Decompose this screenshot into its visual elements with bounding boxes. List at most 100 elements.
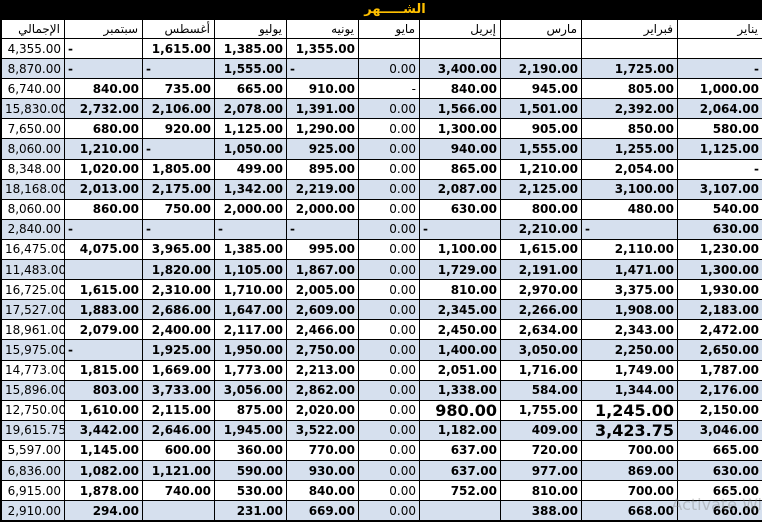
- table-cell[interactable]: 1,355.00: [286, 37, 359, 60]
- table-cell[interactable]: 869.00: [581, 459, 678, 482]
- table-cell[interactable]: 1,647.00: [214, 299, 287, 321]
- table-cell[interactable]: 1,710.00: [214, 279, 287, 301]
- table-cell[interactable]: 16,475.00: [1, 238, 65, 261]
- table-cell[interactable]: -: [286, 58, 359, 80]
- table-cell[interactable]: 4,075.00: [64, 238, 143, 261]
- table-cell[interactable]: 0.00: [358, 379, 420, 401]
- table-cell[interactable]: 2,686.00: [142, 299, 215, 321]
- table-cell[interactable]: 1,555.00: [214, 58, 287, 80]
- table-cell[interactable]: [581, 37, 678, 60]
- table-cell[interactable]: 231.00: [214, 500, 287, 522]
- table-cell[interactable]: 1,729.00: [419, 259, 501, 281]
- table-cell[interactable]: 2,310.00: [142, 279, 215, 301]
- table-cell[interactable]: 0.00: [358, 459, 420, 482]
- table-cell[interactable]: 1,100.00: [419, 238, 501, 261]
- table-cell[interactable]: -: [214, 218, 287, 240]
- table-cell[interactable]: 1,230.00: [677, 238, 762, 261]
- table-cell[interactable]: 19,615.75: [1, 419, 65, 441]
- table-cell[interactable]: 905.00: [500, 118, 582, 140]
- table-cell[interactable]: -: [142, 58, 215, 80]
- table-cell[interactable]: [500, 37, 582, 60]
- table-cell[interactable]: 1,082.00: [64, 459, 143, 482]
- table-cell[interactable]: 5,597.00: [1, 439, 65, 461]
- table-cell[interactable]: 7,650.00: [1, 118, 65, 140]
- table-cell[interactable]: 920.00: [142, 118, 215, 140]
- table-cell[interactable]: 2,051.00: [419, 359, 501, 381]
- table-cell[interactable]: 294.00: [64, 500, 143, 522]
- table-cell[interactable]: 1,945.00: [214, 419, 287, 441]
- table-cell[interactable]: 8,060.00: [1, 198, 65, 220]
- table-cell[interactable]: 1,210.00: [64, 138, 143, 160]
- table-cell[interactable]: -: [286, 218, 359, 240]
- table-cell[interactable]: 1,050.00: [214, 138, 287, 160]
- table-cell[interactable]: 2,609.00: [286, 299, 359, 321]
- table-cell[interactable]: 3,056.00: [214, 379, 287, 401]
- table-cell[interactable]: 1,125.00: [677, 138, 762, 160]
- table-cell[interactable]: 2,345.00: [419, 299, 501, 321]
- table-cell[interactable]: 1,805.00: [142, 158, 215, 180]
- table-cell[interactable]: 2,013.00: [64, 178, 143, 200]
- table-cell[interactable]: 6,915.00: [1, 480, 65, 502]
- table-cell[interactable]: 1,000.00: [677, 78, 762, 100]
- table-cell[interactable]: 16,725.00: [1, 279, 65, 301]
- table-cell[interactable]: -: [358, 78, 420, 100]
- table-cell[interactable]: 0.00: [358, 198, 420, 220]
- table-cell[interactable]: 0.00: [358, 118, 420, 140]
- table-cell[interactable]: 3,442.00: [64, 419, 143, 441]
- table-cell[interactable]: 2,840.00: [1, 218, 65, 240]
- table-cell[interactable]: 630.00: [677, 218, 762, 240]
- table-cell[interactable]: 3,733.00: [142, 379, 215, 401]
- column-header[interactable]: مارس: [500, 19, 582, 39]
- table-cell[interactable]: 875.00: [214, 399, 287, 421]
- table-cell[interactable]: 2,000.00: [214, 198, 287, 220]
- table-cell[interactable]: 15,975.00: [1, 339, 65, 361]
- table-cell[interactable]: 0.00: [358, 359, 420, 381]
- table-cell[interactable]: 1,105.00: [214, 259, 287, 281]
- table-cell[interactable]: 850.00: [581, 118, 678, 140]
- table-cell[interactable]: 1,787.00: [677, 359, 762, 381]
- column-header[interactable]: الإجمالي: [1, 19, 65, 39]
- table-cell[interactable]: -: [64, 218, 143, 240]
- table-cell[interactable]: 1,615.00: [142, 37, 215, 60]
- table-cell[interactable]: 680.00: [64, 118, 143, 140]
- table-cell[interactable]: 11,483.00: [1, 259, 65, 281]
- table-cell[interactable]: 3,965.00: [142, 238, 215, 261]
- table-cell[interactable]: -: [64, 37, 143, 60]
- table-cell[interactable]: 895.00: [286, 158, 359, 180]
- table-cell[interactable]: 637.00: [419, 459, 501, 482]
- table-cell[interactable]: 0.00: [358, 178, 420, 200]
- table-cell[interactable]: 6,740.00: [1, 78, 65, 100]
- table-cell[interactable]: 977.00: [500, 459, 582, 482]
- table-cell[interactable]: 930.00: [286, 459, 359, 482]
- table-cell[interactable]: 0.00: [358, 58, 420, 80]
- table-cell[interactable]: 2,000.00: [286, 198, 359, 220]
- table-cell[interactable]: 1,815.00: [64, 359, 143, 381]
- table-cell[interactable]: 1,925.00: [142, 339, 215, 361]
- table-cell[interactable]: 665.00: [214, 78, 287, 100]
- table-cell[interactable]: 840.00: [64, 78, 143, 100]
- table-cell[interactable]: [142, 500, 215, 522]
- table-cell[interactable]: 540.00: [677, 198, 762, 220]
- table-cell[interactable]: 1,300.00: [419, 118, 501, 140]
- table-cell[interactable]: 3,375.00: [581, 279, 678, 301]
- table-cell[interactable]: 1,908.00: [581, 299, 678, 321]
- table-cell[interactable]: 0.00: [358, 299, 420, 321]
- table-cell[interactable]: 2,087.00: [419, 178, 501, 200]
- table-cell[interactable]: 735.00: [142, 78, 215, 100]
- table-cell[interactable]: 3,522.00: [286, 419, 359, 441]
- table-cell[interactable]: 980.00: [419, 399, 501, 421]
- table-cell[interactable]: 1,610.00: [64, 399, 143, 421]
- table-cell[interactable]: 1,145.00: [64, 439, 143, 461]
- table-cell[interactable]: 480.00: [581, 198, 678, 220]
- table-cell[interactable]: 669.00: [286, 500, 359, 522]
- table-cell[interactable]: 2,020.00: [286, 399, 359, 421]
- table-cell[interactable]: 925.00: [286, 138, 359, 160]
- column-header[interactable]: إبريل: [419, 19, 501, 39]
- table-cell[interactable]: -: [677, 58, 762, 80]
- table-cell[interactable]: 2,466.00: [286, 319, 359, 341]
- table-cell[interactable]: 8,060.00: [1, 138, 65, 160]
- table-cell[interactable]: 0.00: [358, 238, 420, 261]
- table-cell[interactable]: 1,749.00: [581, 359, 678, 381]
- table-cell[interactable]: 1,669.00: [142, 359, 215, 381]
- table-cell[interactable]: 1,344.00: [581, 379, 678, 401]
